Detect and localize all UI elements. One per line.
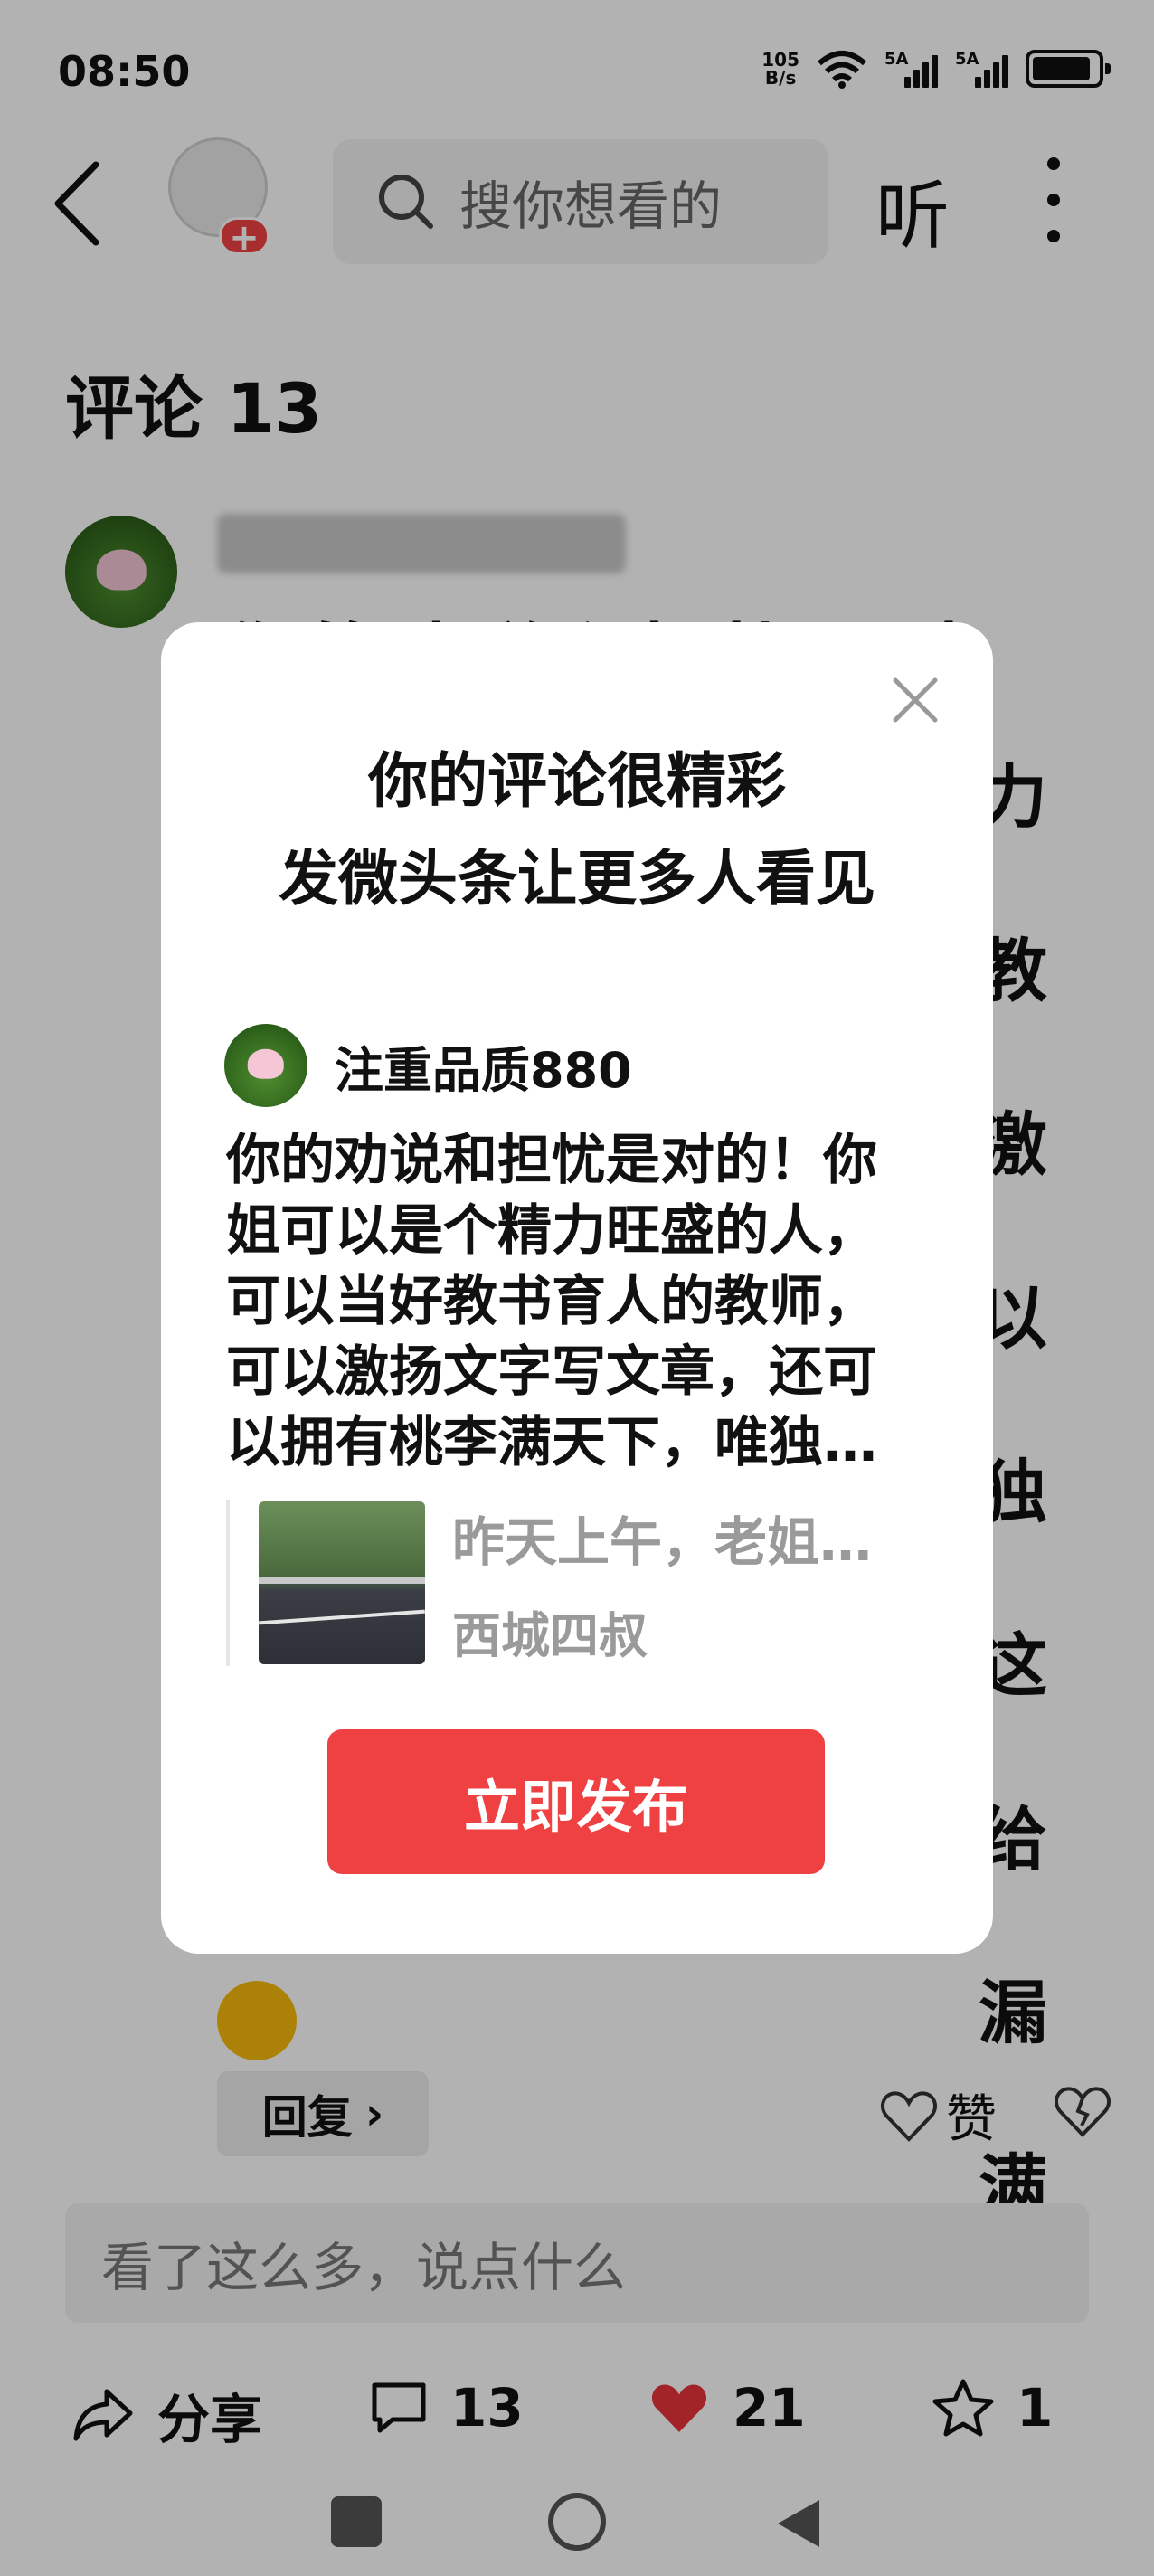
dialog-user: 注重品质880: [224, 1024, 632, 1107]
avatar: [224, 1024, 307, 1107]
publish-button[interactable]: 立即发布: [327, 1729, 825, 1874]
quoted-article[interactable]: 昨天上午，老姐… 西城四叔: [226, 1500, 932, 1666]
dialog-title-line1: 你的评论很精彩: [368, 746, 786, 816]
quoted-article-author: 西城四叔: [452, 1607, 648, 1664]
close-icon[interactable]: [888, 673, 942, 727]
quoted-article-title: 昨天上午，老姐…: [452, 1511, 873, 1573]
dialog-username: 注重品质880: [335, 1041, 632, 1099]
dialog-title-line2: 发微头条让更多人看见: [279, 844, 875, 914]
article-thumbnail: [259, 1501, 425, 1664]
dialog-comment-text: 你的劝说和担忧是对的！你 姐可以是个精力旺盛的人， 可以当好教书育人的教师， 可…: [226, 1129, 877, 1474]
share-comment-dialog: 你的评论很精彩 发微头条让更多人看见 注重品质880 你的劝说和担忧是对的！你 …: [161, 622, 993, 1954]
